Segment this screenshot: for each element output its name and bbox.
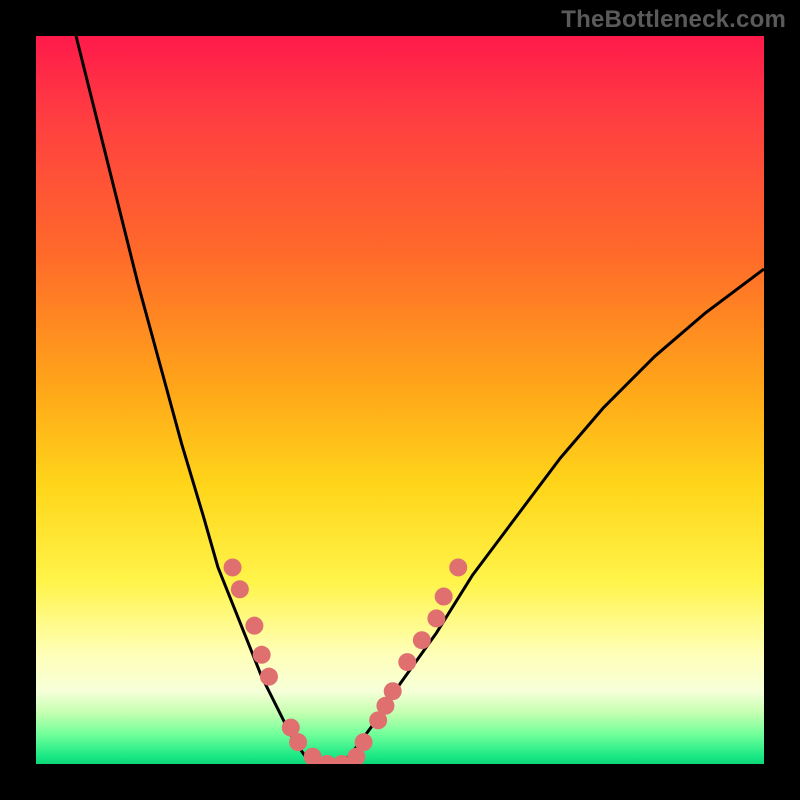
data-point xyxy=(260,668,278,686)
data-point xyxy=(449,558,467,576)
data-point xyxy=(289,733,307,751)
curve-svg xyxy=(36,36,764,764)
data-point xyxy=(427,609,445,627)
data-point xyxy=(231,580,249,598)
data-point xyxy=(413,631,431,649)
data-point xyxy=(355,733,373,751)
chart-frame: TheBottleneck.com xyxy=(0,0,800,800)
marker-layer xyxy=(224,558,468,764)
data-point xyxy=(224,558,242,576)
curve-layer xyxy=(72,36,764,764)
data-point xyxy=(253,646,271,664)
data-point xyxy=(398,653,416,671)
watermark-label: TheBottleneck.com xyxy=(561,6,786,34)
plot-area xyxy=(36,36,764,764)
data-point xyxy=(435,588,453,606)
data-point xyxy=(245,617,263,635)
bottleneck-curve xyxy=(72,36,764,764)
data-point xyxy=(384,682,402,700)
